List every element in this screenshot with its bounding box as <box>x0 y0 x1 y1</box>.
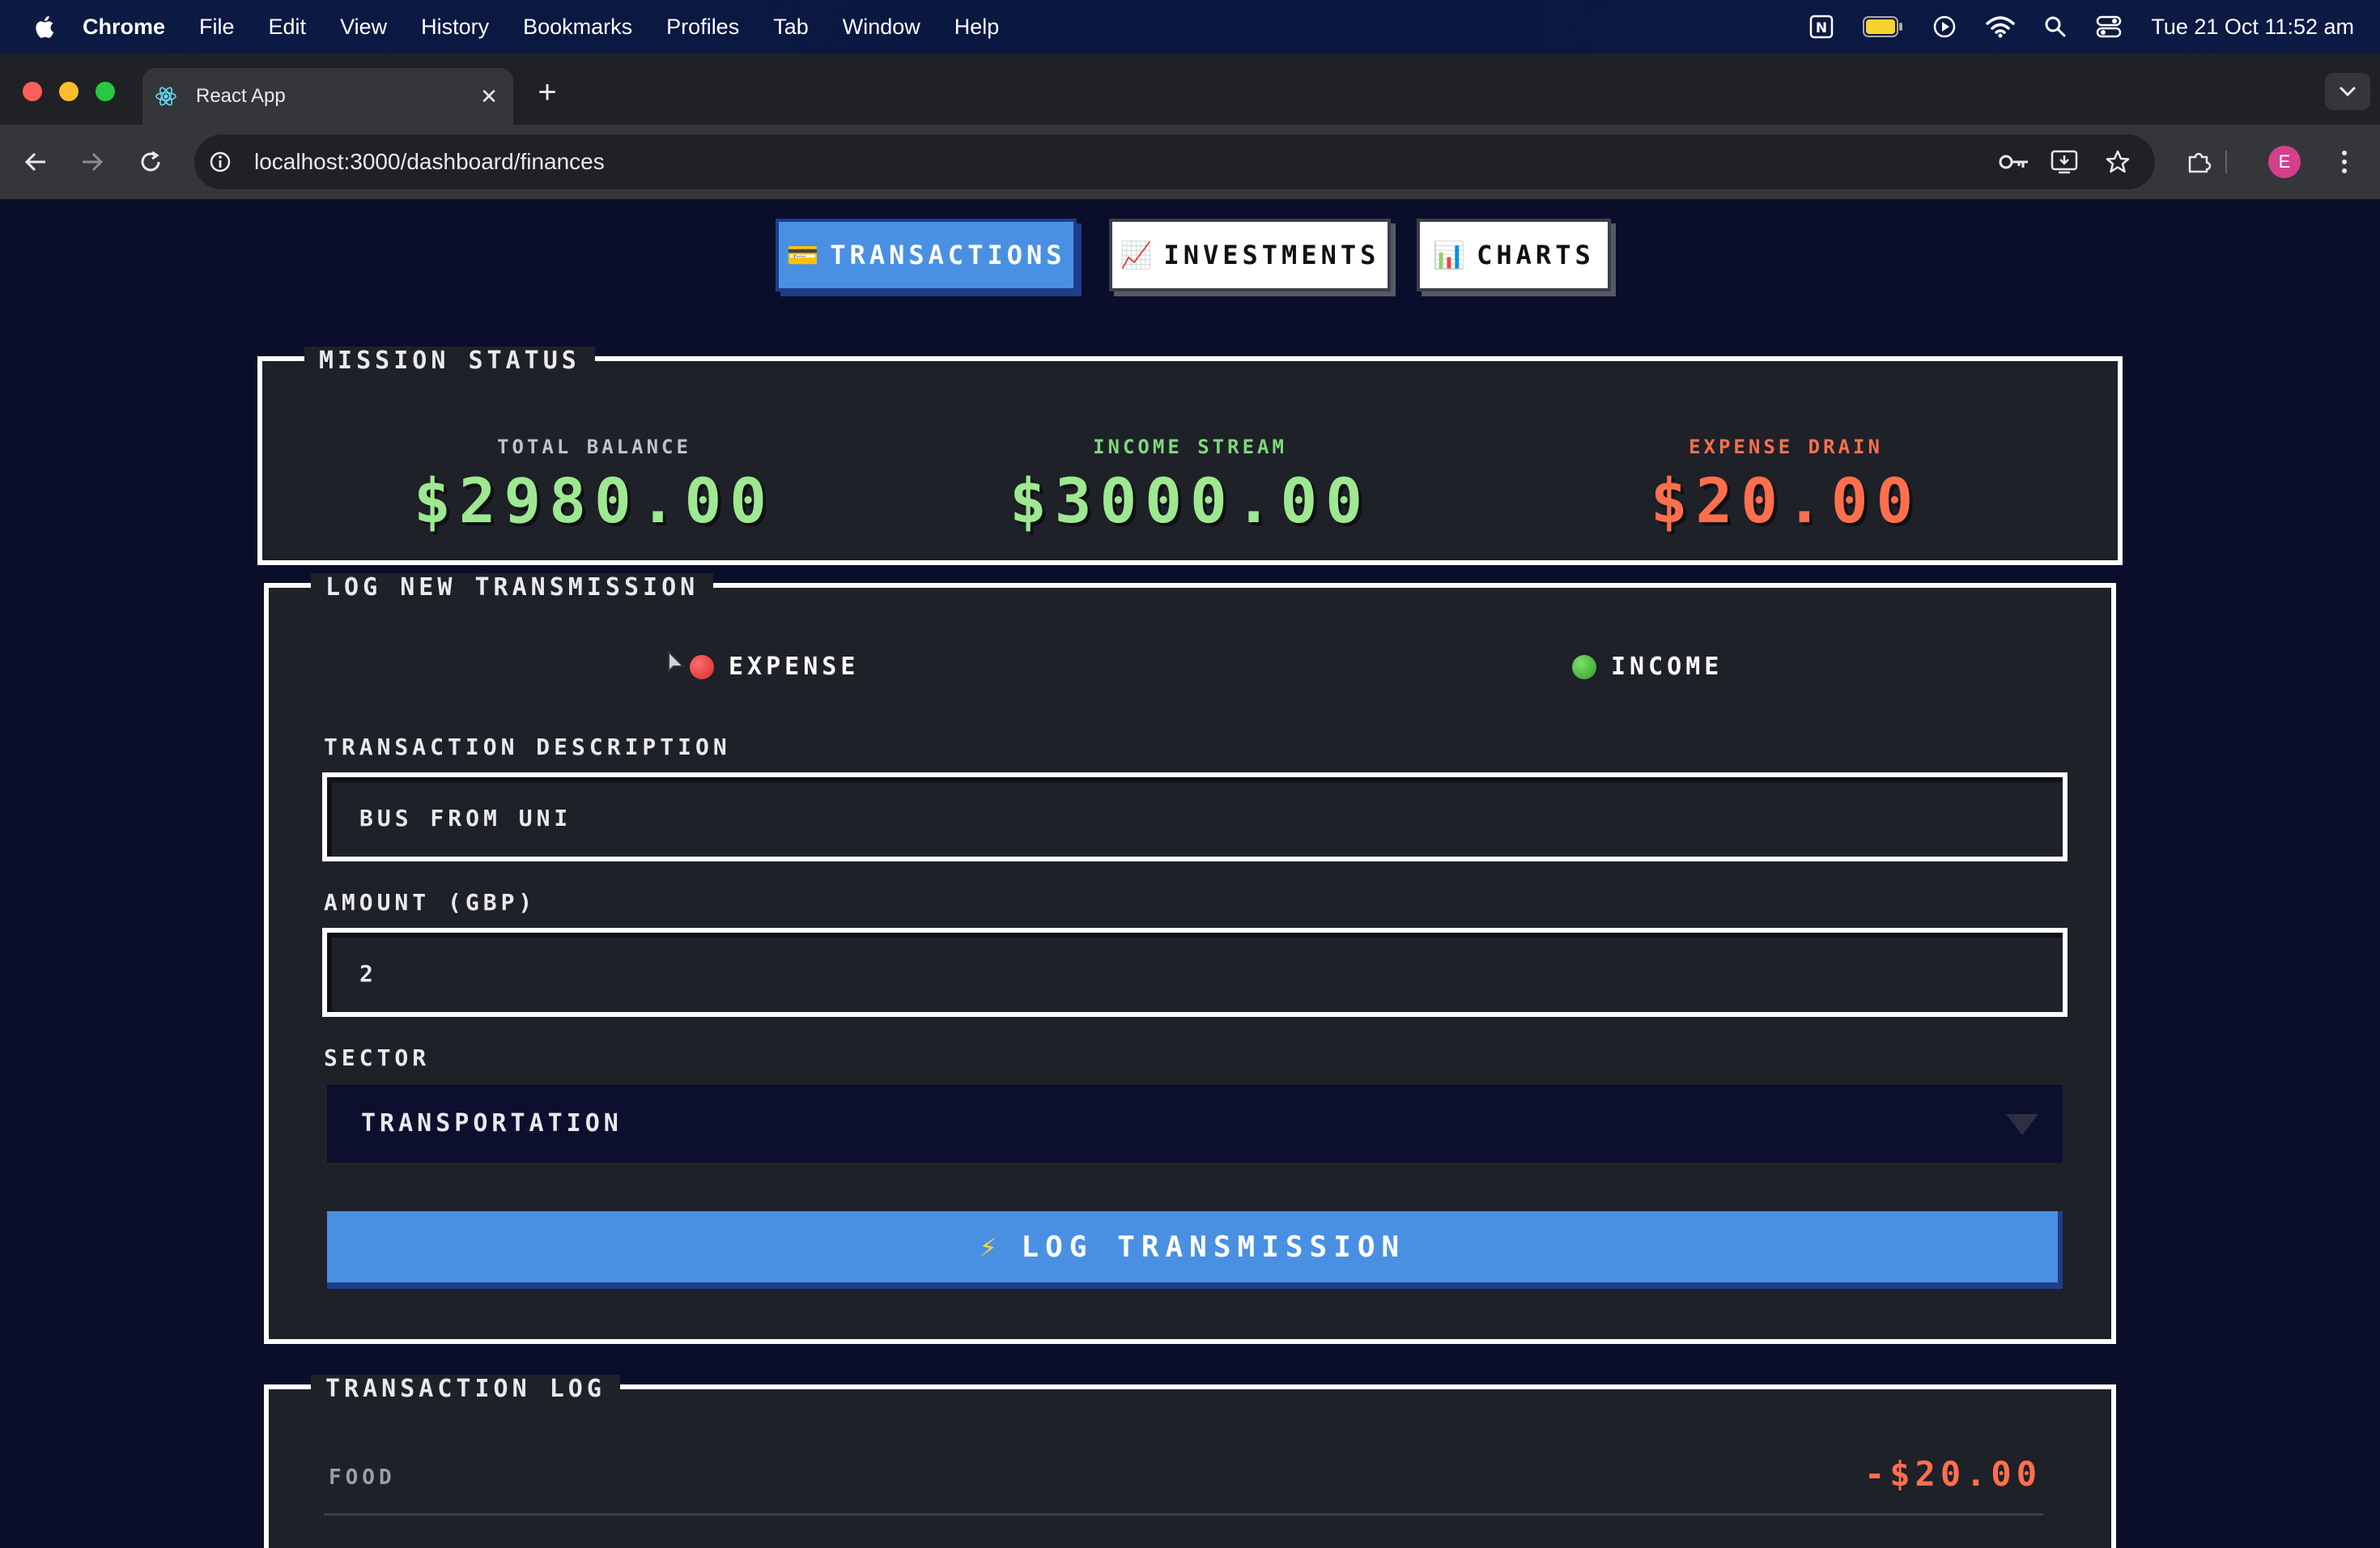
lightning-icon: ⚡ <box>979 1230 1004 1264</box>
arrow-left-icon <box>24 152 45 172</box>
transaction-log-panel: TRANSACTION LOG FOOD -$20.00 <box>264 1375 2116 1548</box>
bar-chart-icon: 📊 <box>1433 240 1466 270</box>
tab-investments[interactable]: 📈 INVESTMENTS <box>1109 219 1391 291</box>
back-button[interactable] <box>18 144 53 180</box>
tab-charts-label: CHARTS <box>1477 240 1595 270</box>
transaction-category: FOOD <box>329 1465 396 1490</box>
table-row[interactable]: FOOD -$20.00 <box>324 1443 2043 1516</box>
expense-radio[interactable]: EXPENSE <box>667 649 860 681</box>
notion-icon[interactable]: N <box>1809 15 1834 39</box>
menu-window[interactable]: Window <box>843 15 920 40</box>
site-info-icon[interactable] <box>209 151 232 173</box>
income-radio-label: INCOME <box>1611 653 1723 681</box>
macos-menubar: Chrome File Edit View History Bookmarks … <box>0 0 2380 53</box>
transaction-amount: -$20.00 <box>1864 1454 2042 1494</box>
spotlight-search-icon[interactable] <box>2044 15 2067 38</box>
tab-transactions-label: TRANSACTIONS <box>830 240 1066 270</box>
amount-input[interactable]: 2 <box>322 928 2068 1017</box>
income-stream-value: $3000.00 <box>1009 465 1371 537</box>
description-label: TRANSACTION DESCRIPTION <box>324 734 731 760</box>
log-transmission-title: LOG NEW TRANSMISSION <box>311 573 714 602</box>
app-page: 💳 TRANSACTIONS 📈 INVESTMENTS 📊 CHARTS MI… <box>0 199 2380 1548</box>
mission-status-panel: MISSION STATUS TOTAL BALANCE $2980.00 IN… <box>257 347 2123 565</box>
green-circle-icon <box>1572 654 1596 679</box>
menu-profiles[interactable]: Profiles <box>666 15 739 40</box>
expense-radio-label: EXPENSE <box>729 653 860 681</box>
browser-tab-active[interactable]: React App ✕ <box>142 68 513 125</box>
total-balance-stat: TOTAL BALANCE $2980.00 <box>368 436 821 537</box>
description-input[interactable]: BUS FROM UNI <box>322 772 2068 861</box>
red-circle-icon <box>690 654 714 679</box>
react-logo-icon <box>155 87 176 106</box>
credit-card-icon: 💳 <box>786 240 819 270</box>
forward-button[interactable] <box>74 144 110 180</box>
sector-label: SECTOR <box>324 1044 431 1071</box>
tab-search-button[interactable] <box>2325 73 2370 110</box>
menu-app-name[interactable]: Chrome <box>83 15 165 40</box>
svg-text:N: N <box>1816 20 1827 36</box>
address-bar[interactable]: localhost:3000/dashboard/finances <box>194 134 2155 189</box>
apple-icon[interactable] <box>31 13 55 40</box>
toolbar-divider <box>2225 144 2228 180</box>
tab-title: React App <box>196 85 286 107</box>
income-radio[interactable]: INCOME <box>1572 653 1723 681</box>
chart-increasing-icon: 📈 <box>1120 240 1153 270</box>
log-transmission-button-label: LOG TRANSMISSION <box>1021 1230 1406 1264</box>
extensions-puzzle-icon[interactable] <box>2181 144 2216 180</box>
battery-icon[interactable] <box>1863 16 1903 37</box>
kebab-menu-icon[interactable] <box>2327 144 2362 180</box>
menu-bookmarks[interactable]: Bookmarks <box>523 15 632 40</box>
menu-help[interactable]: Help <box>954 15 1000 40</box>
menu-edit[interactable]: Edit <box>269 15 307 40</box>
menu-tab[interactable]: Tab <box>773 15 809 40</box>
profile-avatar[interactable]: E <box>2268 146 2301 178</box>
transaction-log-title: TRANSACTION LOG <box>311 1375 620 1403</box>
install-app-icon[interactable] <box>2046 144 2082 180</box>
amount-input-value: 2 <box>359 960 377 987</box>
menubar-clock[interactable]: Tue 21 Oct 11:52 am <box>2151 15 2354 40</box>
menu-view[interactable]: View <box>340 15 387 40</box>
description-input-value: BUS FROM UNI <box>359 805 572 831</box>
amount-label: AMOUNT (GBP) <box>324 889 537 916</box>
window-close-button[interactable] <box>23 82 42 101</box>
play-icon[interactable] <box>1932 15 1957 39</box>
window-zoom-button[interactable] <box>96 82 115 101</box>
url-text: localhost:3000/dashboard/finances <box>254 149 605 174</box>
menu-history[interactable]: History <box>421 15 489 40</box>
tab-close-icon[interactable]: ✕ <box>476 83 502 109</box>
total-balance-label: TOTAL BALANCE <box>497 436 691 458</box>
menu-file[interactable]: File <box>199 15 235 40</box>
chevron-down-icon <box>2339 86 2357 97</box>
expense-drain-stat: EXPENSE DRAIN $20.00 <box>1559 436 2012 537</box>
reload-button[interactable] <box>133 144 168 180</box>
reload-icon <box>141 151 160 172</box>
arrow-right-icon <box>83 152 104 172</box>
control-center-icon[interactable] <box>2096 15 2122 38</box>
tab-charts[interactable]: 📊 CHARTS <box>1417 219 1611 291</box>
log-transmission-panel: LOG NEW TRANSMISSION EXPENSE INCOME TRAN… <box>264 573 2116 1344</box>
expense-drain-label: EXPENSE DRAIN <box>1689 436 1883 458</box>
bookmark-star-icon[interactable] <box>2100 144 2136 180</box>
status-area: N Tue 21 Oct 11:52 am <box>1809 0 2380 53</box>
expense-drain-value: $20.00 <box>1650 465 1922 537</box>
income-stream-stat: INCOME STREAM $3000.00 <box>963 436 1417 537</box>
pointer-cursor-icon <box>668 649 686 673</box>
dropdown-arrow-icon <box>2006 1114 2038 1135</box>
password-key-icon[interactable] <box>1996 144 2032 180</box>
sector-select[interactable]: TRANSPORTATION <box>327 1085 2063 1163</box>
income-stream-label: INCOME STREAM <box>1093 436 1287 458</box>
window-minimize-button[interactable] <box>59 82 79 101</box>
sector-select-value: TRANSPORTATION <box>361 1109 623 1138</box>
new-tab-button[interactable]: + <box>531 74 563 110</box>
mission-status-title: MISSION STATUS <box>304 347 595 375</box>
total-balance-value: $2980.00 <box>413 465 776 537</box>
tab-transactions[interactable]: 💳 TRANSACTIONS <box>776 219 1077 291</box>
wifi-icon[interactable] <box>1986 15 2016 38</box>
log-transmission-button[interactable]: ⚡ LOG TRANSMISSION <box>327 1211 2063 1289</box>
tab-investments-label: INVESTMENTS <box>1163 240 1380 270</box>
